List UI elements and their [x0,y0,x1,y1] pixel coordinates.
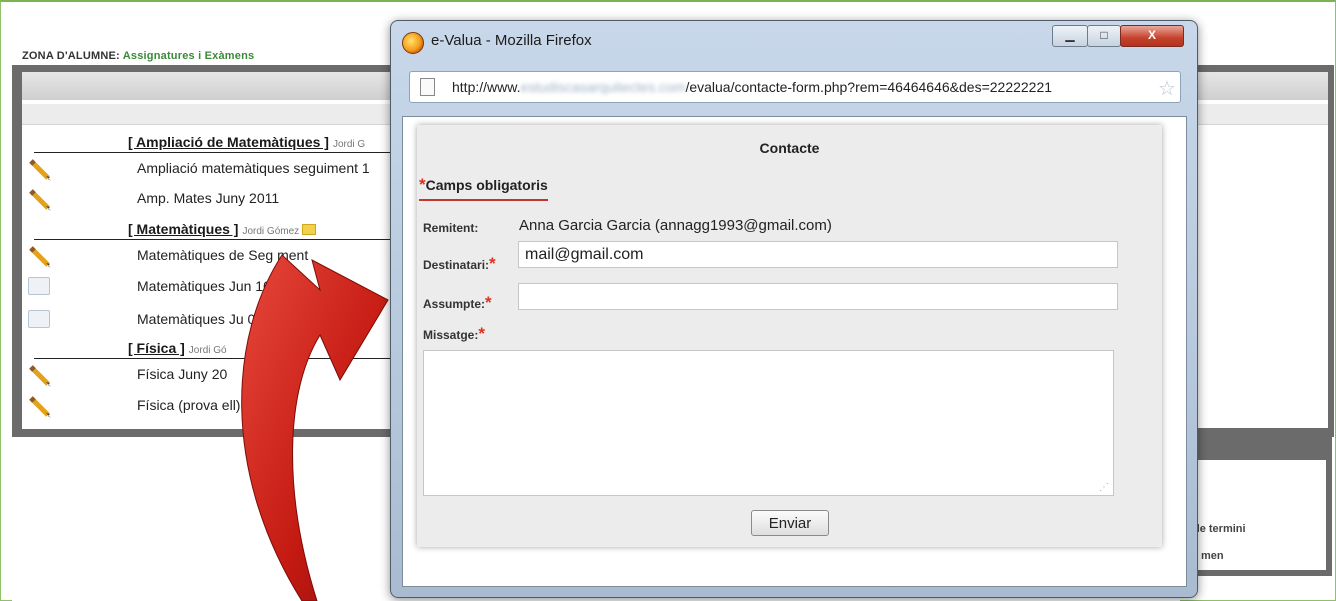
message-label: Missatge:* [423,324,485,344]
browser-content: Contacte *Camps obligatoris Remitent: An… [402,116,1187,587]
envelope-icon [28,277,50,295]
message-label-text: Missatge: [423,328,479,342]
required-fields-note: *Camps obligatoris [419,175,548,201]
exam-title: Física Juny 20 [137,366,228,382]
bookmark-star-icon[interactable]: ☆ [1158,76,1176,101]
browser-window: e-Valua - Mozilla Firefox ▁ □ X http://w… [390,20,1198,598]
teacher-name: Jordi Gómez [242,226,300,237]
page-breadcrumb: ZONA D'ALUMNE: Assignatures i Exàmens [22,50,254,62]
subject-title[interactable]: [ Física ] [128,340,185,356]
message-textarea[interactable]: ⋰ [423,350,1114,496]
subject-header: [ Ampliació de Matemàtiques ] Jordi G [34,134,394,153]
recipient-label-text: Destinatari: [423,258,490,272]
maximize-button[interactable]: □ [1087,25,1121,47]
pencil-icon[interactable] [28,394,54,420]
pencil-icon[interactable] [28,363,54,389]
section-link[interactable]: Assignatures i Exàmens [123,50,255,62]
form-title: Contacte [759,140,820,156]
url-path: /evalua/contacte-form.php?rem=46464646&d… [685,79,1053,95]
recipient-input[interactable] [518,241,1118,268]
envelope-icon [28,310,50,328]
url-text[interactable]: http://www.estudiscasarquitectes.com/eva… [452,79,1052,95]
send-button[interactable]: Enviar [751,510,829,536]
address-bar[interactable]: http://www.estudiscasarquitectes.com/eva… [409,71,1181,103]
sender-label: Remitent: [423,221,479,235]
teacher-name: Jordi G [332,139,366,150]
contact-form: Contacte *Camps obligatoris Remitent: An… [417,125,1162,547]
subject-input[interactable] [518,283,1118,310]
url-prefix: http://www. [452,79,521,95]
red-arrow-annotation [241,254,389,601]
subject-header: [ Matemàtiques ] Jordi Gómez [34,221,394,240]
window-title: e-Valua - Mozilla Firefox [431,32,592,49]
pencil-icon[interactable] [28,157,54,183]
exam-title: Ampliació matemàtiques seguiment 1 [137,160,370,176]
sender-value: Anna Garcia Garcia (annagg1993@gmail.com… [519,217,832,234]
required-star-icon: * [485,293,492,312]
exam-title: Amp. Mates Juny 2011 [137,190,280,206]
minimize-button[interactable]: ▁ [1052,25,1088,47]
subject-title[interactable]: [ Ampliació de Matemàtiques ] [128,134,329,150]
close-button[interactable]: X [1120,25,1184,47]
subject-title[interactable]: [ Matemàtiques ] [128,221,238,237]
required-star-icon: * [489,254,496,273]
zone-label: ZONA D'ALUMNE: [22,50,120,62]
side-text[interactable]: de termini [1193,523,1246,535]
url-domain-blurred: estudiscasarquitectes.com [520,79,686,95]
side-text[interactable]: men [1201,550,1224,562]
required-note-text: Camps obligatoris [425,177,548,193]
page-icon [420,78,435,96]
pencil-icon[interactable] [28,244,54,270]
recipient-label: Destinatari:* [423,254,496,274]
subject-label: Assumpte:* [423,293,492,313]
pencil-icon[interactable] [28,187,54,213]
resize-grip-icon[interactable]: ⋰ [1099,482,1109,493]
subject-label-text: Assumpte: [423,297,486,311]
mail-icon[interactable] [302,224,317,235]
required-star-icon: * [419,175,426,194]
required-star-icon: * [478,324,485,343]
firefox-logo-icon [402,32,424,54]
